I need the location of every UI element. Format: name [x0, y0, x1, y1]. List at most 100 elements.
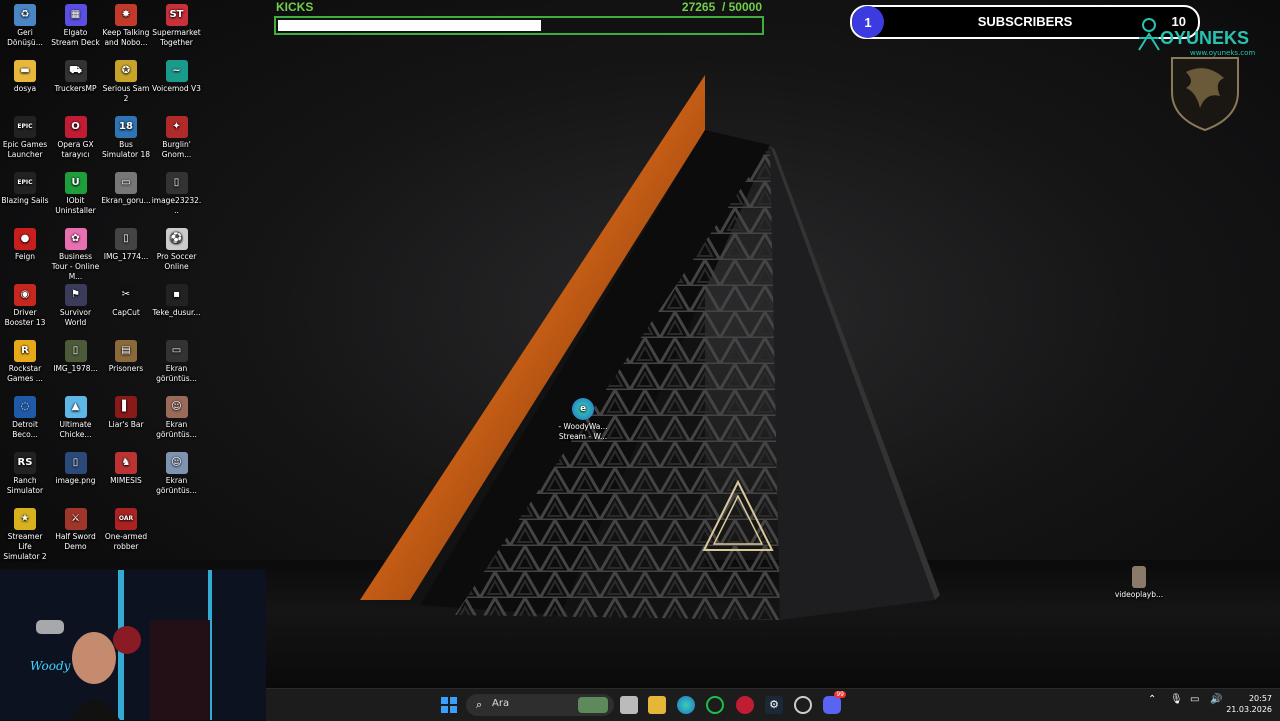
desktop-icon-label: Keep Talking and Nobo... [102, 28, 150, 47]
display-icon[interactable]: ▭ [1190, 694, 1199, 705]
app-icon: ✦ [165, 116, 188, 138]
driver-booster-taskbar-icon[interactable] [794, 696, 812, 714]
desktop-icon-label: Blazing Sails [1, 196, 49, 205]
desktop-icon-label: Opera GX tarayıcı [57, 140, 94, 159]
desktop-icon[interactable]: ▲ Ultimate Chicke... [51, 396, 101, 440]
svg-text:Woody: Woody [30, 659, 71, 673]
app-icon: OAR [115, 508, 137, 530]
search-icon: ⌕ [476, 698, 483, 711]
desktop-icon[interactable]: ▯ IMG_1978... [51, 340, 101, 374]
desktop-icon-label: Liar's Bar [108, 420, 144, 429]
app-icon: ☺ [165, 452, 188, 474]
desktop-icon[interactable]: ▯ image23232... [152, 172, 202, 216]
desktop-icon-label: Serious Sam 2 [102, 84, 150, 103]
desktop-icon[interactable]: ☺ Ekran görüntüs... [152, 396, 202, 440]
desktop-icon[interactable]: ◌ Detroit Beco... [0, 396, 50, 440]
discord-taskbar-icon[interactable]: 99 [823, 691, 846, 714]
task-view-icon[interactable] [620, 696, 638, 714]
app-icon: ◉ [14, 284, 36, 306]
desktop-icon[interactable]: ⚔ Half Sword Demo [51, 508, 101, 552]
app-icon: ▲ [64, 396, 87, 418]
kicks-goal-overlay: KICKS 27265 / 50000 [274, 0, 764, 36]
app-icon: ST [165, 4, 188, 26]
desktop-icon[interactable]: ⚽ Pro Soccer Online [152, 228, 202, 272]
desktop-icon[interactable]: ◉ Driver Booster 13 [0, 284, 50, 328]
desktop-icon[interactable]: U IObit Uninstaller [51, 172, 101, 216]
steam-taskbar-icon[interactable]: ⚙ [765, 696, 783, 714]
desktop-icon-label: IMG_1774... [103, 252, 149, 261]
app-icon: ▯ [115, 228, 137, 250]
desktop-icon[interactable]: OAR One-armed robber [101, 508, 151, 552]
kicks-progress-track [274, 16, 764, 35]
desktop-icon[interactable]: ~ Voicemod V3 [152, 60, 202, 94]
app-icon: RS [14, 452, 36, 474]
desktop-icon-label: MIMESIS [110, 476, 142, 485]
desktop-icon[interactable]: ▯ IMG_1774... [101, 228, 151, 262]
subscribers-goal: 10 [1171, 14, 1186, 29]
app-icon: ▯ [165, 172, 188, 194]
volume-icon[interactable]: 🔊 [1210, 694, 1222, 705]
desktop-icon[interactable]: ✦ Burglin' Gnom... [152, 116, 202, 160]
windows-start-icon[interactable] [440, 696, 458, 714]
desktop-icon-videoplayback[interactable]: videoplayb... [1114, 566, 1164, 600]
desktop-icon[interactable]: ST Supermarket Together [152, 4, 202, 48]
taskbar-clock[interactable]: 20:57 21.03.2026 [1226, 693, 1272, 715]
kicks-count: 27265 / 50000 [682, 0, 762, 14]
desktop-icon[interactable]: ▦ Elgato Stream Deck [51, 4, 101, 48]
app-icon: ▯ [64, 340, 87, 362]
desktop-icon-label: - WoodyWa... Stream - W... [558, 422, 608, 441]
desktop-icon[interactable]: EPIC Epic Games Launcher [0, 116, 50, 160]
clock-date: 21.03.2026 [1226, 705, 1272, 714]
taskbar-search[interactable]: ⌕ Ara [466, 694, 614, 716]
desktop-icon-label: TruckersMP [54, 84, 97, 93]
desktop-icon-label: Teke_dusur... [152, 308, 201, 317]
desktop-icon[interactable]: ✿ Business Tour - Online M... [51, 228, 101, 282]
desktop-icon[interactable]: 18 Bus Simulator 18 [101, 116, 151, 160]
desktop-icon-label: dosya [13, 84, 37, 93]
desktop-icon-label: Ekran_goru... [101, 196, 151, 205]
app-icon: ▭ [115, 172, 137, 194]
file-explorer-icon[interactable] [648, 696, 666, 714]
app-icon: O [64, 116, 87, 138]
desktop-icon-edge-shortcut[interactable]: e - WoodyWa... Stream - W... [557, 398, 609, 442]
kicks-goal: / 50000 [721, 0, 762, 14]
app-icon: ● [14, 228, 36, 250]
desktop-icon[interactable]: ★ Streamer Life Simulator 2 [0, 508, 50, 562]
desktop-icon-label: Business Tour - Online M... [51, 252, 100, 281]
desktop-icon[interactable]: EPIC Blazing Sails [0, 172, 50, 206]
iobit-taskbar-icon[interactable] [706, 696, 724, 714]
opera-gx-taskbar-icon[interactable] [736, 696, 754, 714]
desktop-icon[interactable]: ▭ Ekran görüntüs... [152, 340, 202, 384]
desktop-icon[interactable]: R Rockstar Games ... [0, 340, 50, 384]
desktop-icon[interactable]: ▌ Liar's Bar [101, 396, 151, 430]
desktop-icon[interactable]: ⛟ TruckersMP [51, 60, 101, 94]
app-icon: EPIC [14, 172, 36, 194]
app-icon: U [64, 172, 87, 194]
desktop-icon[interactable]: ▯ image.png [51, 452, 101, 486]
desktop-icon[interactable]: ✪ Serious Sam 2 [101, 60, 151, 104]
microphone-icon[interactable]: 🎙 [1170, 694, 1183, 705]
desktop-icon[interactable]: ⚑ Survivor World [51, 284, 101, 328]
desktop-icon[interactable]: ▭ Ekran_goru... [101, 172, 151, 206]
desktop-icon[interactable]: ♞ MIMESIS [101, 452, 151, 486]
desktop-icon[interactable]: ♻ Geri Dönüşü... [0, 4, 50, 48]
desktop-icon[interactable]: ● Feign [0, 228, 50, 262]
desktop-icon[interactable]: ▬ dosya [0, 60, 50, 94]
desktop-icon-label: Feign [14, 252, 36, 261]
desktop-icon[interactable]: RS Ranch Simulator [0, 452, 50, 496]
desktop-icon[interactable]: ☺ Ekran görüntüs... [152, 452, 202, 496]
app-icon: ★ [14, 508, 36, 530]
brand-logo-text: OYUNEKS [1160, 28, 1250, 48]
edge-taskbar-icon[interactable] [677, 696, 695, 714]
chevron-up-icon[interactable]: ⌃ [1148, 694, 1156, 705]
desktop-icon-label: Ultimate Chicke... [59, 420, 92, 439]
app-icon: ▯ [64, 452, 87, 474]
app-icon: ◌ [14, 396, 36, 418]
desktop-icon[interactable]: ▤ Prisoners [101, 340, 151, 374]
app-icon: ⛟ [64, 60, 87, 82]
desktop-icon-label: Burglin' Gnom... [161, 140, 192, 159]
desktop-icon[interactable]: ▪ Teke_dusur... [152, 284, 202, 318]
desktop-icon[interactable]: ✸ Keep Talking and Nobo... [101, 4, 151, 48]
desktop-icon[interactable]: ✂ CapCut [101, 284, 151, 318]
desktop-icon[interactable]: O Opera GX tarayıcı [51, 116, 101, 160]
